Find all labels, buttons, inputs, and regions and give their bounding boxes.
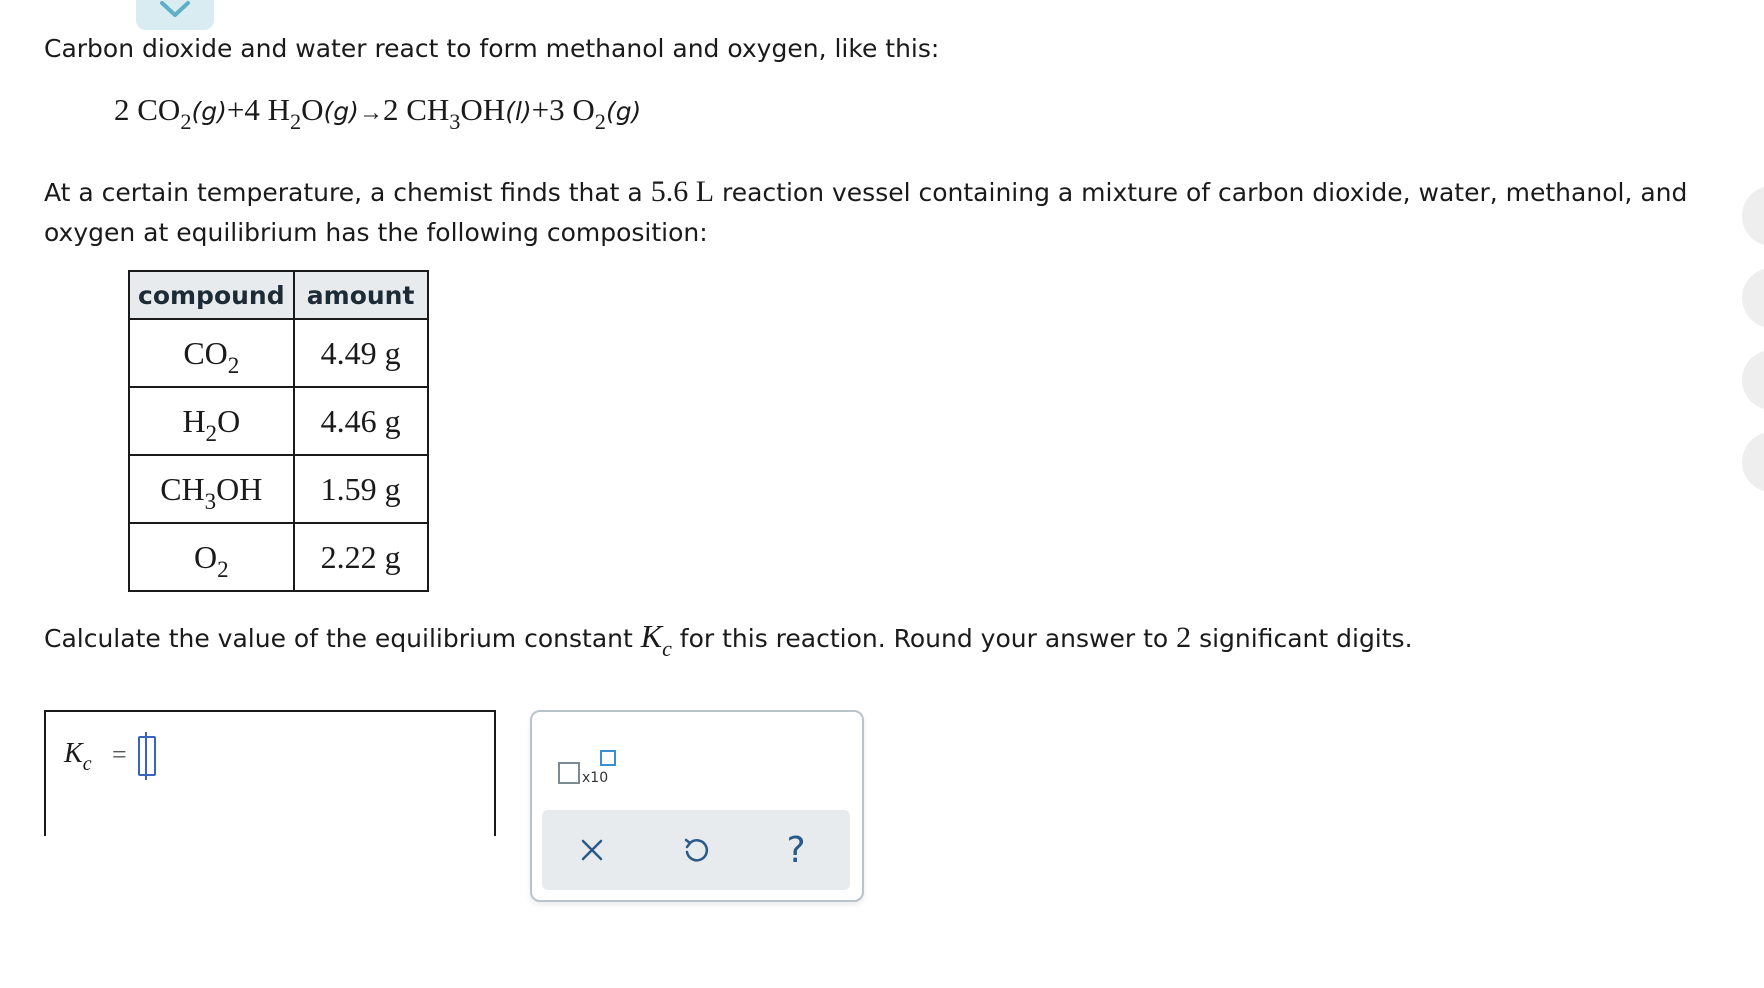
column-header-amount: amount bbox=[292, 270, 429, 320]
side-dot[interactable] bbox=[1742, 432, 1764, 492]
coefficient: 3 bbox=[549, 92, 565, 127]
question-part: Calculate the value of the equilibrium c… bbox=[44, 624, 641, 653]
subscript: 2 bbox=[594, 109, 606, 135]
coefficient: 4 bbox=[244, 92, 260, 127]
formula: OH bbox=[216, 470, 263, 507]
help-button[interactable]: ? bbox=[776, 829, 816, 871]
compound-cell: CH3OH bbox=[128, 454, 295, 524]
table-header-row: compound amount bbox=[128, 270, 429, 320]
problem-paragraph: At a certain temperature, a chemist find… bbox=[44, 172, 1694, 253]
question-part: for this reaction. Round your answer to bbox=[671, 624, 1177, 653]
formula: OH bbox=[460, 92, 506, 127]
kc-label: Kc bbox=[64, 738, 92, 775]
intro-text: Carbon dioxide and water react to form m… bbox=[44, 34, 940, 63]
scientific-notation-icon bbox=[558, 762, 580, 784]
k-symbol: K bbox=[64, 738, 83, 769]
state: (g) bbox=[605, 97, 642, 126]
formula: CO bbox=[183, 334, 228, 371]
side-dot[interactable] bbox=[1742, 268, 1764, 328]
amount-cell: 2.22 g bbox=[292, 522, 429, 592]
compound-cell: O2 bbox=[128, 522, 295, 592]
question-text: Calculate the value of the equilibrium c… bbox=[44, 618, 1413, 661]
math-tool-panel: x10 ? bbox=[530, 710, 864, 902]
tool-actions-bar: ? bbox=[542, 810, 850, 890]
subscript: 2 bbox=[227, 352, 240, 379]
amount-cell: 4.46 g bbox=[292, 386, 429, 456]
state: (g) bbox=[191, 97, 227, 126]
subscript: 2 bbox=[217, 556, 229, 583]
table-row: CH3OH 1.59 g bbox=[128, 454, 429, 524]
exponent-box-icon bbox=[600, 750, 616, 766]
subscript: 2 bbox=[180, 109, 192, 135]
volume-value: 5.6 L bbox=[650, 175, 715, 208]
amount-cell: 1.59 g bbox=[292, 454, 429, 524]
side-dot[interactable] bbox=[1742, 350, 1764, 410]
k-subscript: c bbox=[662, 636, 672, 662]
plus: + bbox=[226, 92, 245, 127]
formula: CH bbox=[406, 92, 450, 127]
subscript: 3 bbox=[449, 109, 461, 135]
formula: O bbox=[193, 538, 218, 575]
state: (g) bbox=[323, 97, 359, 126]
formula: H bbox=[267, 92, 290, 127]
state: (l) bbox=[505, 97, 532, 126]
amount-cell: 4.49 g bbox=[292, 318, 429, 388]
problem-page: Carbon dioxide and water react to form m… bbox=[0, 0, 1764, 988]
subscript: 3 bbox=[204, 488, 217, 515]
reaction-arrow: → bbox=[358, 100, 383, 126]
x10-label: x10 bbox=[582, 770, 609, 786]
composition-table: compound amount CO2 4.49 g H2O 4.46 g CH… bbox=[128, 270, 429, 592]
answer-input-area[interactable]: Kc = bbox=[44, 710, 496, 836]
undo-icon bbox=[684, 838, 709, 862]
compound-cell: H2O bbox=[128, 386, 295, 456]
subscript: 2 bbox=[290, 109, 302, 135]
subscript: 2 bbox=[205, 420, 218, 447]
chemical-equation: 2 CO2(g)+4 H2O(g)→2 CH3OH(l)+3 O2(g) bbox=[114, 92, 642, 134]
k-symbol: K bbox=[640, 618, 663, 654]
plus: + bbox=[531, 92, 550, 127]
clear-x-icon bbox=[581, 839, 603, 861]
side-dot[interactable] bbox=[1742, 186, 1764, 246]
formula: O bbox=[217, 402, 241, 439]
formula: CO bbox=[137, 92, 181, 127]
formula: H bbox=[182, 402, 206, 439]
chevron-down-icon bbox=[160, 1, 190, 17]
equals-sign: = bbox=[112, 740, 127, 769]
table-row: H2O 4.46 g bbox=[128, 386, 429, 456]
k-subscript: c bbox=[82, 753, 92, 776]
coefficient: 2 bbox=[382, 92, 399, 127]
table-row: CO2 4.49 g bbox=[128, 318, 429, 388]
paragraph-text: At a certain temperature, a chemist find… bbox=[44, 178, 651, 207]
formula: O bbox=[301, 92, 324, 127]
help-question-icon: ? bbox=[786, 829, 806, 871]
formula: CH bbox=[160, 470, 205, 507]
compound-cell: CO2 bbox=[128, 318, 295, 388]
table-row: O2 2.22 g bbox=[128, 522, 429, 592]
column-header-compound: compound bbox=[128, 270, 295, 320]
answer-input[interactable] bbox=[138, 732, 156, 780]
coefficient: 2 bbox=[114, 92, 130, 127]
collapse-tab[interactable] bbox=[136, 0, 214, 30]
sig-digits: 2 bbox=[1176, 621, 1192, 654]
undo-button[interactable] bbox=[676, 830, 716, 870]
formula: O bbox=[572, 92, 595, 127]
question-part: significant digits. bbox=[1191, 624, 1413, 653]
scientific-notation-button[interactable]: x10 bbox=[558, 742, 622, 786]
clear-button[interactable] bbox=[572, 830, 612, 870]
